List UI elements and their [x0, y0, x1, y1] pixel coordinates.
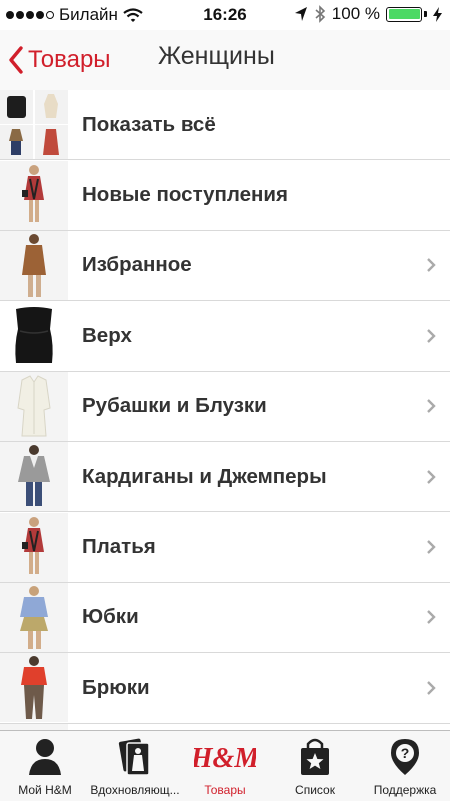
list-item-skirts[interactable]: Юбки: [0, 582, 450, 654]
hm-logo-icon: H&M: [194, 743, 256, 774]
tab-label: Мой H&M: [18, 783, 72, 797]
skirt-thumbnail: [0, 582, 68, 652]
help-pin-icon: ?: [391, 739, 419, 775]
white-blouse-thumbnail: [0, 371, 68, 441]
list-item-label: Новые поступления: [82, 183, 289, 207]
brown-top-thumbnail: [0, 230, 68, 300]
tab-support[interactable]: ? Поддержка: [360, 731, 450, 801]
tab-label: Поддержка: [373, 783, 437, 797]
chevron-right-icon: [427, 610, 436, 625]
status-right: 100 %: [294, 4, 442, 24]
svg-text:?: ?: [401, 745, 410, 761]
list-item-label: Брюки: [82, 675, 150, 699]
patterned-dress-thumbnail: [0, 512, 68, 582]
tab-my-hm[interactable]: Мой H&M: [0, 731, 90, 801]
tab-list[interactable]: Список: [270, 731, 360, 801]
chevron-left-icon: [9, 46, 23, 74]
chevron-right-icon: [427, 540, 436, 554]
battery-icon: [386, 6, 422, 22]
category-list: Показать всё Новые поступления Избранное: [0, 90, 450, 730]
list-item-trousers[interactable]: Брюки: [0, 653, 450, 724]
list-item-label: Кардиганы и Джемперы: [82, 464, 327, 488]
location-arrow-icon: [294, 7, 307, 21]
back-button-label: Товары: [28, 46, 111, 73]
status-bar: Билайн 16:26 100 %: [0, 0, 450, 30]
inspiration-cards-icon: [118, 738, 150, 776]
person-icon: [29, 739, 61, 775]
list-item-label: Юбки: [82, 605, 139, 629]
shopping-bag-star-icon: [301, 738, 329, 775]
tab-products[interactable]: H&M Товары: [180, 731, 270, 801]
patterned-dress-thumbnail: [0, 160, 68, 230]
black-top-thumbnail: [0, 301, 68, 371]
grey-cardigan-thumbnail: [0, 442, 68, 512]
chevron-right-icon: [427, 329, 436, 343]
collage-thumbnail: [0, 90, 68, 160]
back-button[interactable]: Товары: [8, 40, 111, 80]
list-item-label: Платья: [82, 535, 156, 559]
list-item-show-all[interactable]: Показать всё: [0, 90, 450, 161]
tab-inspiration[interactable]: Вдохновляющ...: [90, 731, 180, 801]
list-item-tops[interactable]: Верх: [0, 301, 450, 372]
list-item-new-arrivals[interactable]: Новые поступления: [0, 160, 450, 231]
svg-text:H&M: H&M: [194, 743, 256, 774]
page-title: Женщины: [158, 42, 275, 70]
list-item-shirts-blouses[interactable]: Рубашки и Блузки: [0, 371, 450, 442]
chevron-right-icon: [427, 399, 436, 414]
chevron-right-icon: [427, 258, 436, 273]
charging-bolt-icon: [433, 6, 442, 22]
tab-label: Товары: [204, 783, 246, 797]
tab-bar: Мой H&M Вдохновляющ... H&M Товары Список…: [0, 730, 450, 801]
list-item-label: Верх: [82, 323, 132, 347]
list-item-dresses[interactable]: Платья: [0, 512, 450, 583]
trousers-thumbnail: [0, 653, 68, 723]
bluetooth-icon: [315, 5, 325, 23]
list-item-label: Показать всё: [82, 112, 216, 136]
list-item-label: Избранное: [82, 253, 192, 277]
chevron-right-icon: [427, 469, 436, 484]
list-item-favorites[interactable]: Избранное: [0, 230, 450, 302]
tab-label: Вдохновляющ...: [90, 783, 180, 797]
list-item-label: Рубашки и Блузки: [82, 394, 267, 418]
tab-label: Список: [295, 783, 335, 797]
chevron-right-icon: [427, 680, 436, 695]
navigation-bar: Товары Женщины: [0, 30, 450, 91]
battery-percent: 100 %: [331, 4, 380, 23]
list-item-cardigans-jumpers[interactable]: Кардиганы и Джемперы: [0, 441, 450, 513]
